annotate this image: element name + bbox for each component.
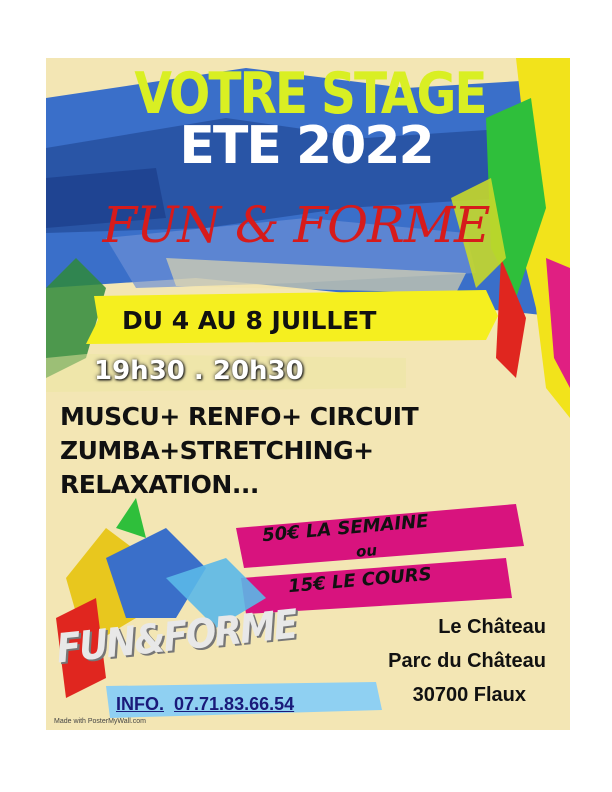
info-contact: INFO. 07.71.83.66.54	[116, 694, 294, 715]
info-phone[interactable]: 07.71.83.66.54	[174, 694, 294, 714]
activity-line: ZUMBA+STRETCHING+	[60, 436, 374, 465]
price-or: ou	[355, 541, 378, 561]
title-ete-2022: ETE 2022	[179, 116, 434, 176]
hours-text: 19h30 . 20h30	[94, 356, 304, 386]
address-line: Le Château	[438, 616, 546, 638]
activity-line: MUSCU+ RENFO+ CIRCUIT	[60, 402, 419, 431]
address-line: 30700 Flaux	[412, 684, 526, 706]
made-with-credit[interactable]: Made with PosterMyWall.com	[54, 718, 146, 725]
activities-list: MUSCU+ RENFO+ CIRCUIT ZUMBA+STRETCHING+ …	[60, 400, 419, 502]
poster: VOTRE STAGE ETE 2022 FUN & FORME DU 4 AU…	[46, 58, 570, 730]
activity-line: RELAXATION...	[60, 470, 259, 499]
address-line: Parc du Château	[388, 650, 546, 672]
title-fun-forme: FUN & FORME	[102, 196, 491, 254]
info-label: INFO.	[116, 694, 164, 714]
dates-text: DU 4 AU 8 JUILLET	[122, 306, 377, 335]
